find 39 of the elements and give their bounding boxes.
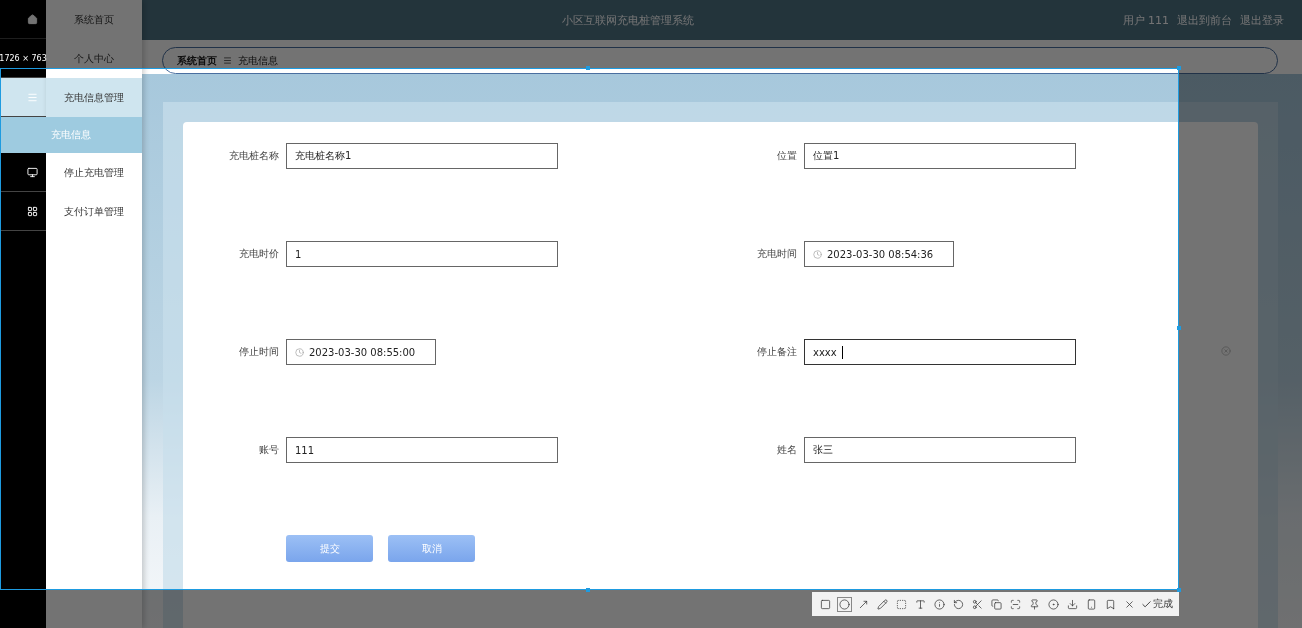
field-label: 充电桩名称 (228, 149, 279, 163)
field-label: 充电时间 (756, 247, 797, 261)
input-field[interactable]: 1 (286, 241, 558, 267)
date-field[interactable]: 2023-03-30 08:55:00 (286, 339, 436, 365)
input-field[interactable]: 位置1 (804, 143, 1076, 169)
clock-icon (295, 347, 304, 357)
pencil-icon[interactable] (875, 596, 890, 612)
field-label: 停止时间 (238, 345, 279, 359)
input-field[interactable]: xxxx (804, 339, 1076, 365)
field-label: 位置 (776, 149, 797, 163)
monitor-icon (27, 166, 38, 178)
field-label: 停止备注 (756, 345, 797, 359)
input-field[interactable]: 充电桩名称1 (286, 143, 558, 169)
home-icon (27, 13, 38, 25)
grid-icon (27, 205, 38, 217)
field-label: 账号 (258, 443, 279, 457)
done-button[interactable]: 完成 (1141, 597, 1173, 611)
clock-icon (813, 249, 822, 259)
separator-icon (223, 56, 232, 65)
selection-frame[interactable] (0, 68, 1179, 590)
copy-icon[interactable] (989, 596, 1004, 612)
breadcrumb-link[interactable]: 充电信息 (238, 53, 278, 68)
sidebar-item[interactable]: 个人中心 (46, 39, 142, 78)
record-icon[interactable] (1046, 596, 1061, 612)
sidebar-item[interactable]: 支付订单管理 (46, 192, 142, 231)
input-field[interactable]: 张三 (804, 437, 1076, 463)
info-icon[interactable] (932, 596, 947, 612)
field-label: 姓名 (776, 443, 797, 457)
sidebar-item[interactable]: 系统首页 (46, 0, 142, 39)
sidebar-item[interactable]: 停止充电管理 (46, 153, 142, 192)
menu-icon (27, 91, 38, 103)
date-field[interactable]: 2023-03-30 08:54:36 (804, 241, 954, 267)
circle-icon[interactable] (837, 596, 852, 612)
breadcrumb-link[interactable]: 系统首页 (177, 53, 217, 68)
check-icon (1141, 598, 1152, 610)
input-field[interactable]: 111 (286, 437, 558, 463)
field-label: 充电时价 (238, 247, 279, 261)
sidebar-item[interactable]: 充电信息管理 (46, 78, 142, 117)
app-title: 小区互联网充电桩管理系统 (561, 12, 696, 28)
